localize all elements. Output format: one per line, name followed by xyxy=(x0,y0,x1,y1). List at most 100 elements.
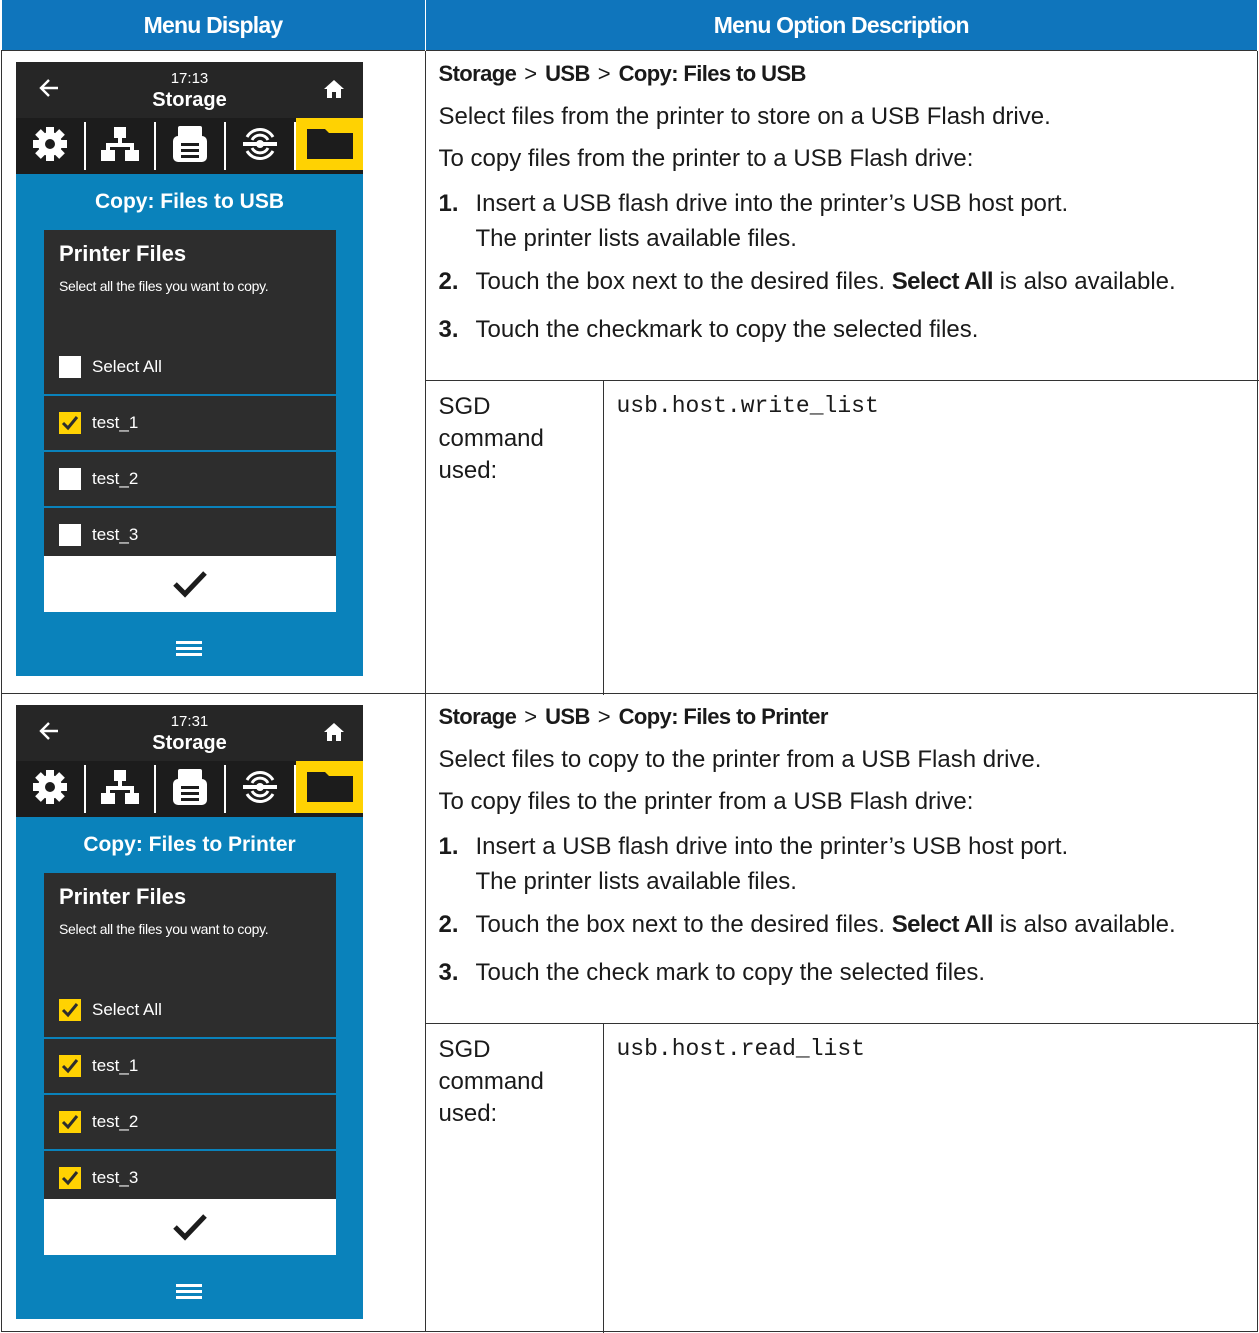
checkbox[interactable] xyxy=(59,1111,81,1133)
list-item[interactable]: Select All xyxy=(44,983,336,1037)
step-number: 2. xyxy=(439,258,459,306)
menu-description-cell: Storage>USB>Copy: Files to Printer Select… xyxy=(425,694,1258,1332)
list-item-label: Select All xyxy=(92,999,162,1021)
sgd-label: SGD command used: xyxy=(439,1034,589,1130)
tab-sensors[interactable] xyxy=(226,761,293,813)
checkmark-icon xyxy=(172,569,208,599)
breadcrumb: Storage>USB>Copy: Files to Printer xyxy=(439,704,1258,734)
menu-description-cell: Storage>USB>Copy: Files to USBSelect fil… xyxy=(425,51,1258,694)
step-text: Touch the check mark to copy the selecte… xyxy=(476,959,986,986)
sgd-divider xyxy=(603,381,604,695)
tab-print[interactable] xyxy=(156,118,223,170)
step-text: Touch the box next to the desired files. xyxy=(476,911,892,938)
menu-display-cell: 17:31StorageCopy: Files to PrinterPrinte… xyxy=(2,694,426,1332)
confirm-button[interactable] xyxy=(44,556,336,612)
step-item: 1.Insert a USB flash drive into the prin… xyxy=(439,823,1258,899)
screen-subtitle: Copy: Files to Printer xyxy=(16,832,363,858)
list-item[interactable]: test_2 xyxy=(44,1095,336,1149)
home-icon[interactable] xyxy=(323,78,345,100)
intro-text: Select files from the printer to store o… xyxy=(439,96,1258,138)
lead-text: To copy files to the printer from a USB … xyxy=(439,781,1258,823)
sensor-icon xyxy=(239,123,281,165)
panel-header: Printer FilesSelect all the files you wa… xyxy=(44,873,336,983)
panel-subtitle: Select all the files you want to copy. xyxy=(59,278,268,294)
tab-storage[interactable] xyxy=(296,118,363,170)
breadcrumb-item: Copy: Files to USB xyxy=(619,61,806,86)
description-block: Storage>USB>Copy: Files to Printer Select… xyxy=(426,694,1258,997)
breadcrumb-separator: > xyxy=(598,61,611,86)
tab-settings[interactable] xyxy=(16,761,83,813)
breadcrumb-separator: > xyxy=(524,704,537,729)
checkbox[interactable] xyxy=(59,1167,81,1189)
tab-network[interactable] xyxy=(86,761,153,813)
screen-subtitle: Copy: Files to USB xyxy=(16,189,363,215)
checkbox[interactable] xyxy=(59,468,81,490)
list-item[interactable]: test_1 xyxy=(44,396,336,450)
screen-title: Storage xyxy=(16,88,363,112)
sgd-command-table: SGD command used: usb.host.read_list xyxy=(426,1023,1259,1333)
step-number: 1. xyxy=(439,180,459,228)
list-item-label: test_3 xyxy=(92,524,138,546)
list-item-label: test_2 xyxy=(92,1111,138,1133)
checkbox[interactable] xyxy=(59,524,81,546)
step-text: is also available. xyxy=(993,268,1176,295)
tab-sensors[interactable] xyxy=(226,118,293,170)
hamburger-menu-icon[interactable] xyxy=(174,638,204,658)
clock: 17:31 xyxy=(16,714,363,730)
menu-tab-bar xyxy=(16,118,363,174)
step-text: Touch the checkmark to copy the selected… xyxy=(476,316,979,343)
step-item: 2. Touch the box next to the desired file… xyxy=(439,901,1258,949)
confirm-button[interactable] xyxy=(44,1199,336,1255)
step-list: 1.Insert a USB flash drive into the prin… xyxy=(439,823,1258,997)
checkbox[interactable] xyxy=(59,412,81,434)
checkbox[interactable] xyxy=(59,356,81,378)
folder-icon xyxy=(305,770,355,804)
table-row: 17:31StorageCopy: Files to PrinterPrinte… xyxy=(2,694,1258,1332)
panel-header: Printer Files Select all the files you wa… xyxy=(44,230,336,340)
list-item[interactable]: test_1 xyxy=(44,1039,336,1093)
step-bold-text: Select All xyxy=(892,911,993,938)
tab-settings[interactable] xyxy=(16,118,83,170)
tab-network[interactable] xyxy=(86,118,153,170)
column-header-menu-display: Menu Display xyxy=(2,0,426,51)
list-item[interactable]: Select All xyxy=(44,340,336,394)
sgd-divider xyxy=(603,1024,604,1333)
column-header-menu-option-description: Menu Option Description xyxy=(425,0,1258,51)
list-item-label: test_3 xyxy=(92,1167,138,1189)
tab-print[interactable] xyxy=(156,761,223,813)
printer-icon xyxy=(170,124,210,164)
panel-subtitle: Select all the files you want to copy. xyxy=(59,921,268,937)
hamburger-menu-icon[interactable] xyxy=(174,1281,204,1301)
breadcrumb-item: Storage xyxy=(439,61,517,86)
list-item[interactable]: test_2 xyxy=(44,452,336,506)
checkmark-icon xyxy=(172,1212,208,1242)
network-icon xyxy=(100,124,140,164)
checkbox[interactable] xyxy=(59,999,81,1021)
list-item[interactable]: test_3 xyxy=(44,508,336,556)
file-list-panel: Printer FilesSelect all the files you wa… xyxy=(44,873,336,1199)
list-item[interactable]: test_3 xyxy=(44,1151,336,1199)
tab-storage[interactable] xyxy=(296,761,363,813)
breadcrumb: Storage>USB>Copy: Files to USB xyxy=(439,61,1258,91)
step-list: 1.Insert a USB flash drive into the prin… xyxy=(439,180,1258,354)
step-item: 1.Insert a USB flash drive into the prin… xyxy=(439,180,1258,256)
breadcrumb-item: USB xyxy=(545,61,590,86)
sensor-icon xyxy=(239,766,281,808)
settings-gear-icon xyxy=(31,768,69,806)
home-icon[interactable] xyxy=(323,721,345,743)
step-note: The printer lists available files. xyxy=(476,222,1258,256)
clock: 17:13 xyxy=(16,71,363,87)
panel-title: Printer Files xyxy=(59,241,186,267)
step-number: 3. xyxy=(439,306,459,354)
step-number: 2. xyxy=(439,901,459,949)
step-item: 3.Touch the check mark to copy the selec… xyxy=(439,949,1258,997)
step-item: 2. Touch the box next to the desired file… xyxy=(439,258,1258,306)
list-item-label: Select All xyxy=(92,356,162,378)
printer-screen: 17:31StorageCopy: Files to PrinterPrinte… xyxy=(16,705,363,1319)
checkbox[interactable] xyxy=(59,1055,81,1077)
settings-gear-icon xyxy=(31,125,69,163)
step-text: Touch the box next to the desired files. xyxy=(476,268,892,295)
folder-icon xyxy=(305,127,355,161)
screen-header: 17:13Storage xyxy=(16,62,363,118)
sgd-command: usb.host.read_list xyxy=(617,1036,865,1062)
